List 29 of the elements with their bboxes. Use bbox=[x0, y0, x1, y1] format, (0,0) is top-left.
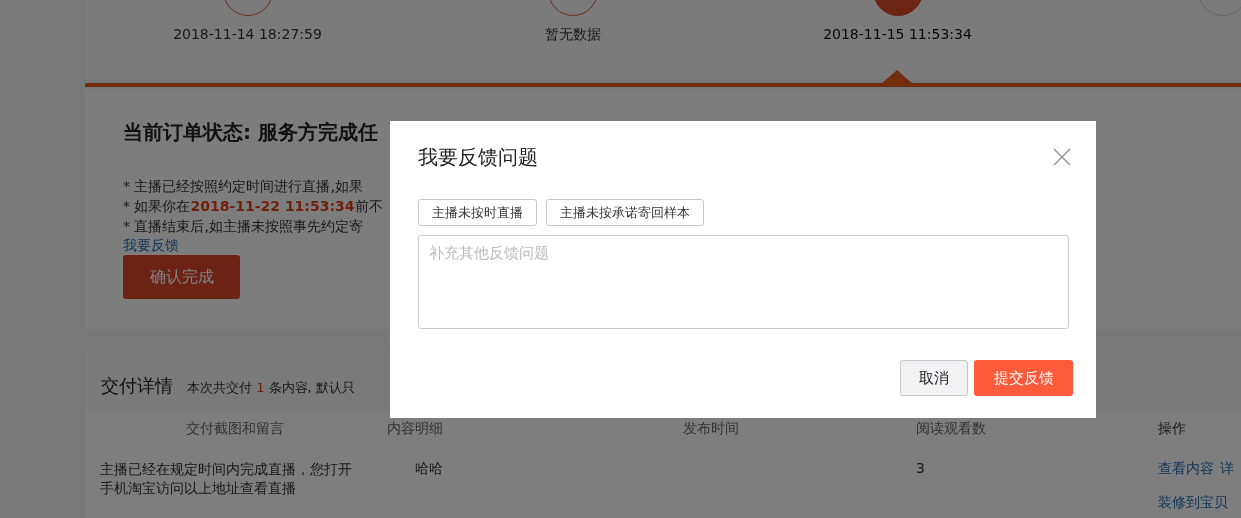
section-title: 交付详情 bbox=[101, 374, 173, 398]
table-cell-text: 3 bbox=[916, 460, 926, 478]
cancel-button[interactable]: 取消 bbox=[900, 360, 968, 396]
table-cell-text: 主播已经在规定时间内完成直播，您打开手机淘宝访问以上地址查看直播 bbox=[99, 460, 353, 498]
feedback-textarea[interactable]: 补充其他反馈问题 bbox=[418, 235, 1069, 329]
close-icon[interactable] bbox=[1053, 148, 1071, 166]
step-time: 2018-11-15 11:53:34 bbox=[823, 26, 972, 42]
column-header: 发布时间 bbox=[682, 420, 740, 438]
column-header: 交付截图和留言 bbox=[185, 420, 285, 438]
notice-text: * 直播结束后,如主播未按照事先约定寄 bbox=[123, 217, 363, 236]
feedback-link[interactable]: 我要反馈 bbox=[123, 236, 179, 254]
submit-button[interactable]: 提交反馈 bbox=[974, 360, 1073, 396]
column-header: 阅读观看数 bbox=[916, 420, 987, 438]
action-link[interactable]: 查看内容 bbox=[1158, 460, 1214, 494]
delivery-summary: 本次共交付 1 条内容, 默认只 bbox=[187, 379, 355, 397]
step-time: 2018-11-14 18:27:59 bbox=[173, 26, 322, 42]
order-status-title: 当前订单状态: 服务方完成任 bbox=[123, 119, 379, 146]
dialog-title: 我要反馈问题 bbox=[418, 143, 538, 171]
option-chip[interactable]: 主播未按时直播 bbox=[418, 199, 537, 226]
notice-text: * 如果你在2018-11-22 11:53:34前不 bbox=[123, 197, 383, 216]
step-time: 暂无数据 bbox=[544, 26, 601, 44]
column-header: 操作 bbox=[1158, 420, 1187, 438]
action-link[interactable]: 装修到宝贝 bbox=[1158, 494, 1228, 518]
confirm-button[interactable]: 确认完成 bbox=[123, 255, 240, 299]
option-chip[interactable]: 主播未按承诺寄回样本 bbox=[546, 199, 704, 226]
action-link[interactable]: 详 bbox=[1220, 460, 1234, 494]
column-header: 内容明细 bbox=[387, 420, 444, 438]
notice-text: * 主播已经按照约定时间进行直播,如果 bbox=[123, 177, 363, 196]
table-cell-text: 哈哈 bbox=[414, 460, 444, 478]
